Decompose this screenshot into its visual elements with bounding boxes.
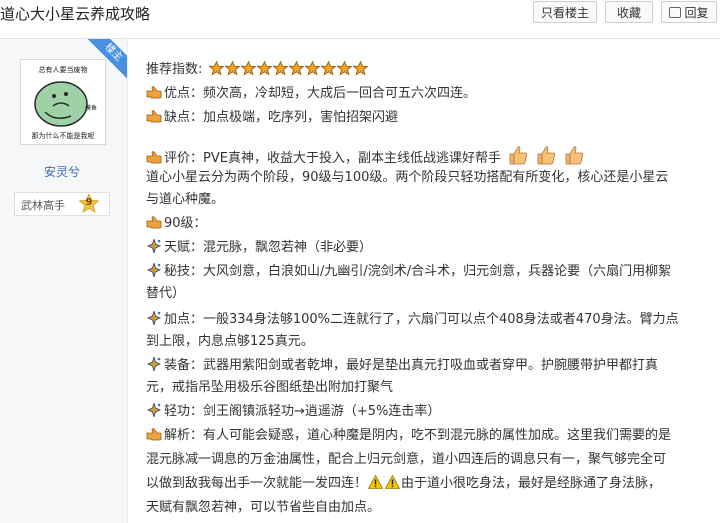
star-icon [320,60,336,76]
star-icon [336,60,352,76]
only-op-button[interactable]: 只看楼主 [533,1,597,23]
user-rank: 武林高手 9 [14,192,110,216]
qinggong-line: 轻功：剑王阁镇派轻功→逍遥游（+5%连击率） [146,401,441,422]
pointing-hand-icon [146,85,162,99]
star-icon [304,60,320,76]
review-text: 评价：PVE真神，收益大于投入，副本主线低战逃课好帮手 [164,151,501,166]
sparkle-icon [146,355,162,373]
talent-line: 天赋：混元脉，飘忽若神（非必要） [146,237,373,258]
thumbs-up-icon [563,144,585,166]
pointing-hand-icon [146,427,162,441]
cons-line: 缺点：加点极端，吃序列，害怕招架闪避 [146,108,398,128]
sparkle-icon [146,309,162,327]
thread-title: 道心大小星云养成攻略 [0,5,151,23]
pointing-hand-icon [146,109,162,123]
analysis-text: 解析：有人可能会疑惑，道心种魔是阴内，吃不到混元脉的属性加成。这里我们需要的是 [164,428,672,443]
avatar[interactable]: 总有人要当废物 摸鱼 那为什么不能是我呢 [20,59,106,145]
analysis-text-3b: 由于道小很吃身法，最好是经脉通了身法脉， [401,476,662,491]
reply-icon [669,7,682,18]
collect-button[interactable]: 收藏 [605,1,653,23]
star-icon [208,60,224,76]
skills-line-2: 替代） [146,286,186,301]
points-text: 加点：一般334身法够100%二连就行了，六扇门可以点个408身法或者470身法… [164,312,679,327]
equip-text: 装备：武器用紫阳剑或者乾坤，最好是垫出真元打吸血或者穿甲。护腕腰带护甲都打真 [164,358,659,373]
rank-level-badge: 9 [78,192,100,214]
star-icon [256,60,272,76]
sparkle-icon [146,401,162,419]
skills-text: 秘技：大风剑意，白浪如山/九幽引/浣剑术/合斗术，归元剑意，兵器论要（六扇门用柳… [164,264,672,279]
avatar-top-text: 总有人要当废物 [39,65,88,74]
level90-heading: 90级： [146,214,207,234]
warning-icon [367,474,384,489]
avatar-side-text: 摸鱼 [85,104,97,112]
thread-header: 道心大小星云养成攻略 只看楼主 收藏 回复 [0,0,720,39]
username-link[interactable]: 安灵兮 [0,163,124,180]
intro-line-2: 与道心种魔。 [146,192,225,207]
sparkle-icon [146,237,162,255]
pointing-hand-icon [146,215,162,229]
analysis-text-3a: 以做到敌我每出手一次就能一发四连！ [146,476,368,491]
avatar-image: 总有人要当废物 摸鱼 那为什么不能是我呢 [21,60,105,144]
analysis-line-4: 天赋有飘忽若神，可以节省些自由加点。 [146,500,381,515]
pros-text: 优点：频次高，冷却短，大成后一回合可五六次四连。 [164,86,477,101]
sparkle-icon [146,261,162,279]
rank-label: 武林高手 [21,199,65,212]
intro-line-1: 道心小星云分为两个阶段，90级与100级。两个阶段只轻功搭配有所变化，核心还是小… [146,170,669,185]
star-icon [240,60,256,76]
star-icon [288,60,304,76]
thumbs-up-icon [535,144,557,166]
pros-line: 优点：频次高，冷却短，大成后一回合可五六次四连。 [146,84,476,104]
cons-text: 缺点：加点极端，吃序列，害怕招架闪避 [164,110,399,125]
rating-label: 推荐指数: [146,62,203,77]
equip-line-2: 元，戒指吊坠用极乐谷图纸垫出附加打聚气 [146,380,394,395]
rating-line: 推荐指数: [146,60,369,83]
reply-button[interactable]: 回复 [661,1,717,23]
analysis-line-1: 解析：有人可能会疑惑，道心种魔是阴内，吃不到混元脉的属性加成。这里我们需要的是 [146,426,671,446]
review-line: 评价：PVE真神，收益大于投入，副本主线低战逃课好帮手 [146,144,585,169]
points-line-1: 加点：一般334身法够100%二连就行了，六扇门可以点个408身法或者470身法… [146,309,679,330]
star-icon [272,60,288,76]
pointing-hand-icon [146,150,162,164]
qinggong-text: 轻功：剑王阁镇派轻功→逍遥游（+5%连击率） [164,404,441,419]
thumbs-up-icon [507,144,529,166]
avatar-bottom-text: 那为什么不能是我呢 [32,131,95,140]
analysis-line-3: 以做到敌我每出手一次就能一发四连！ 由于道小很吃身法，最好是经脉通了身法脉， [146,474,661,494]
star-icon [224,60,240,76]
equip-line-1: 装备：武器用紫阳剑或者乾坤，最好是垫出真元打吸血或者穿甲。护腕腰带护甲都打真 [146,355,659,376]
warning-icon [384,474,401,489]
points-line-2: 到上限，内息点够125真元。 [146,334,314,349]
reply-label: 回复 [684,6,709,20]
star-icon [352,60,368,76]
rank-level: 9 [85,197,93,208]
level90-text: 90级： [164,216,207,231]
user-sidebar: 楼主 总有人要当废物 摸鱼 那为什么不能是我呢 安灵兮 武林高手 9 [0,39,128,523]
talent-text: 天赋：混元脉，飘忽若神（非必要） [164,240,373,255]
skills-line-1: 秘技：大风剑意，白浪如山/九幽引/浣剑术/合斗术，归元剑意，兵器论要（六扇门用柳… [146,261,672,282]
analysis-line-2: 混元脉减一调息的万金油属性，配合上归元剑意，道小四连后的调息只有一，聚气够完全可 [146,452,667,467]
rating-stars [208,60,369,83]
